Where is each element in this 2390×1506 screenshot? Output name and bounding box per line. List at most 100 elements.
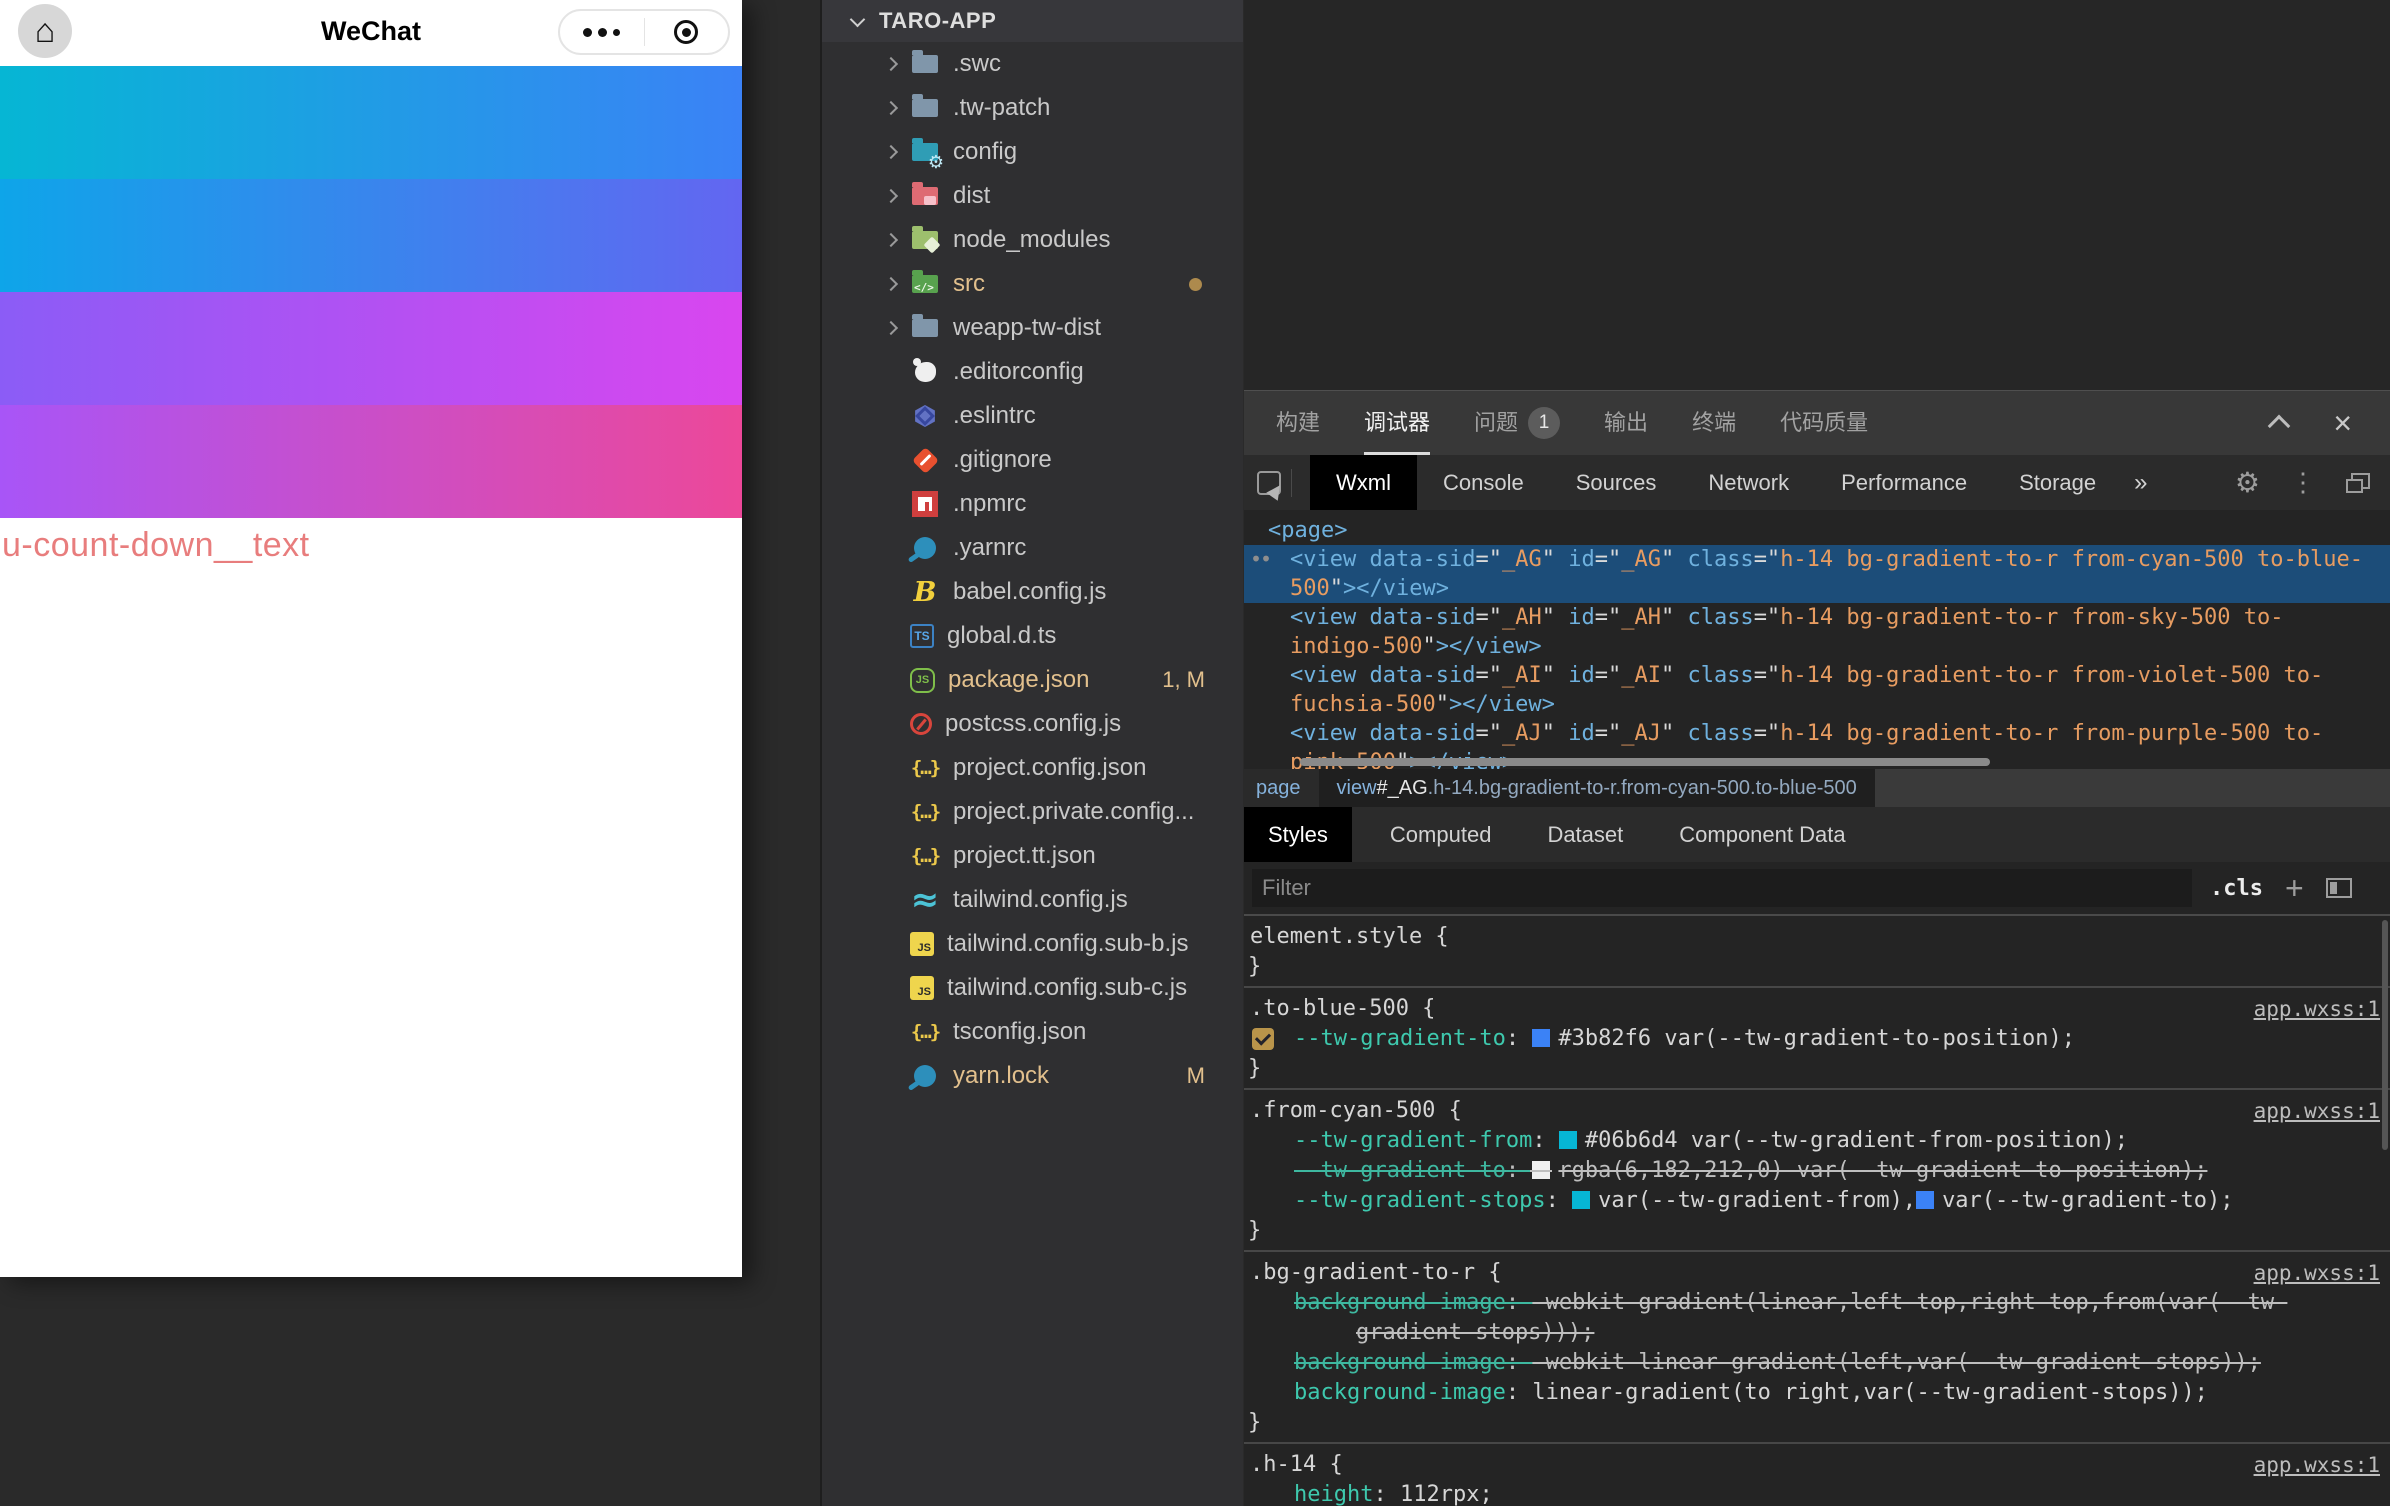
css-property[interactable]: --tw-gradient-stopsvar(--tw-gradient-fro… (1244, 1186, 2390, 1216)
gradient-bar-violet-to-fuchsia[interactable] (0, 292, 742, 405)
inspector-tab-sources[interactable]: Sources (1550, 455, 1683, 510)
gradient-bar-purple-to-pink[interactable] (0, 405, 742, 518)
kebab-menu-icon[interactable]: ⋮ (2290, 467, 2316, 498)
more-button[interactable] (560, 11, 644, 53)
tree-item-tailwind-config-sub-c-js[interactable]: tailwind.config.sub-c.js (822, 966, 1243, 1010)
panel-tab-0[interactable]: 构建 (1276, 391, 1320, 455)
tree-item-dist[interactable]: dist (822, 174, 1243, 218)
panel-tab-3[interactable]: 输出 (1604, 391, 1648, 455)
tree-item-editorconfig[interactable]: .editorconfig (822, 350, 1243, 394)
code-token: id (1568, 663, 1595, 688)
property-name: background-image (1294, 1350, 1532, 1375)
tree-item-swc[interactable]: .swc (822, 42, 1243, 86)
panel-tab-1[interactable]: 调试器 (1364, 391, 1430, 455)
css-property[interactable]: --tw-gradient-to#3b82f6 var(--tw-gradien… (1244, 1024, 2390, 1054)
css-property[interactable]: height112rpx; (1244, 1480, 2390, 1506)
tree-item-node-modules[interactable]: node_modules (822, 218, 1243, 262)
tree-item-config[interactable]: config (822, 130, 1243, 174)
gear-icon[interactable]: ⚙ (2235, 466, 2260, 499)
chevron-right-icon[interactable] (884, 277, 898, 291)
tree-item-tsconfig-json[interactable]: tsconfig.json (822, 1010, 1243, 1054)
inspector-tab-»[interactable]: » (2122, 455, 2159, 510)
color-swatch[interactable] (1916, 1191, 1934, 1209)
css-property[interactable]: --tw-gradient-torgba(6,182,212,0) var(--… (1244, 1156, 2390, 1186)
tree-item-project-config-json[interactable]: project.config.json (822, 746, 1243, 790)
code-line[interactable]: fuchsia-500"></view> (1244, 690, 2390, 719)
panel-tab-2[interactable]: 问题1 (1474, 391, 1560, 455)
tree-item-babel-config-js[interactable]: babel.config.js (822, 570, 1243, 614)
collapse-panel-icon[interactable] (2268, 415, 2291, 438)
filter-input[interactable] (1252, 869, 2192, 907)
inspector-tab-network[interactable]: Network (1682, 455, 1815, 510)
breadcrumb-page[interactable]: page (1244, 769, 1319, 807)
chevron-right-icon[interactable] (884, 57, 898, 71)
tree-item-project-private-config[interactable]: project.private.config... (822, 790, 1243, 834)
code-line[interactable]: <view data-sid="_AH" id="_AH" class="h-1… (1244, 603, 2390, 632)
code-line[interactable]: <page> (1244, 516, 2390, 545)
inspector-tab-wxml[interactable]: Wxml (1310, 455, 1417, 510)
code-line[interactable]: <view data-sid="_AJ" id="_AJ" class="h-1… (1244, 719, 2390, 748)
tree-item-postcss-config-js[interactable]: postcss.config.js (822, 702, 1243, 746)
code-line[interactable]: indigo-500"></view> (1244, 632, 2390, 661)
css-property[interactable]: background-image-webkit-gradient(linear,… (1244, 1288, 2390, 1348)
code-token: _AG (1502, 547, 1542, 572)
css-property[interactable]: --tw-gradient-from#06b6d4 var(--tw-gradi… (1244, 1126, 2390, 1156)
tree-item-tailwind-config-sub-b-js[interactable]: tailwind.config.sub-b.js (822, 922, 1243, 966)
chevron-right-icon[interactable] (884, 321, 898, 335)
color-swatch[interactable] (1532, 1161, 1550, 1179)
stylesheet-link[interactable]: app.wxss:1 (2254, 1450, 2380, 1480)
color-swatch[interactable] (1559, 1131, 1577, 1149)
cls-button[interactable]: .cls (2210, 876, 2263, 901)
panel-tab-4[interactable]: 终端 (1692, 391, 1736, 455)
tree-item-global-d-ts[interactable]: global.d.ts (822, 614, 1243, 658)
tree-root-taro-app[interactable]: TARO-APP (822, 0, 1243, 42)
gradient-bar-cyan-to-blue[interactable] (0, 66, 742, 179)
element-picker-icon[interactable] (1257, 471, 1281, 495)
stylesheet-link[interactable]: app.wxss:1 (2254, 1258, 2380, 1288)
inspector-tab-console[interactable]: Console (1417, 455, 1550, 510)
brace-icon (910, 1017, 940, 1047)
tree-item-npmrc[interactable]: .npmrc (822, 482, 1243, 526)
property-checkbox[interactable] (1252, 1028, 1274, 1050)
tree-item-tailwind-config-js[interactable]: tailwind.config.js (822, 878, 1243, 922)
chevron-right-icon[interactable] (884, 145, 898, 159)
tree-item-tw-patch[interactable]: .tw-patch (822, 86, 1243, 130)
tab-dataset[interactable]: Dataset (1523, 807, 1647, 862)
panel-tab-5[interactable]: 代码质量 (1780, 391, 1868, 455)
tree-item-eslintrc[interactable]: .eslintrc (822, 394, 1243, 438)
color-swatch[interactable] (1532, 1029, 1550, 1047)
tree-item-yarn-lock[interactable]: yarn.lockM (822, 1054, 1243, 1098)
chevron-right-icon[interactable] (884, 189, 898, 203)
stylesheet-link[interactable]: app.wxss:1 (2254, 994, 2380, 1024)
horizontal-scrollbar[interactable] (1300, 758, 1990, 766)
tab-component-data[interactable]: Component Data (1655, 807, 1869, 862)
add-rule-icon[interactable]: + (2285, 873, 2304, 903)
toggle-sidebar-icon[interactable] (2326, 878, 2352, 898)
tree-item-gitignore[interactable]: .gitignore (822, 438, 1243, 482)
tab-computed[interactable]: Computed (1366, 807, 1516, 862)
code-token: =" (1595, 663, 1622, 688)
chevron-right-icon[interactable] (884, 101, 898, 115)
gradient-bar-sky-to-indigo[interactable] (0, 179, 742, 292)
breadcrumb-view[interactable]: view#_AG.h-14.bg-gradient-to-r.from-cyan… (1319, 769, 1875, 807)
css-property[interactable]: background-image-webkit-linear-gradient(… (1244, 1348, 2390, 1378)
tree-item-weapp-tw-dist[interactable]: weapp-tw-dist (822, 306, 1243, 350)
inspector-tab-performance[interactable]: Performance (1815, 455, 1993, 510)
inspector-tab-storage[interactable]: Storage (1993, 455, 2122, 510)
close-icon[interactable]: × (2333, 408, 2352, 438)
dock-side-icon[interactable] (2346, 473, 2370, 493)
code-line[interactable]: <view data-sid="_AI" id="_AI" class="h-1… (1244, 661, 2390, 690)
tree-item-src[interactable]: src (822, 262, 1243, 306)
vertical-scrollbar[interactable] (2382, 920, 2388, 1150)
tab-styles[interactable]: Styles (1244, 807, 1352, 862)
css-property[interactable]: background-imagelinear-gradient(to right… (1244, 1378, 2390, 1408)
close-minipro-button[interactable] (645, 11, 729, 53)
code-line[interactable]: 500"></view> (1244, 574, 2390, 603)
stylesheet-link[interactable]: app.wxss:1 (2254, 1096, 2380, 1126)
color-swatch[interactable] (1572, 1191, 1590, 1209)
code-line[interactable]: ••<view data-sid="_AG" id="_AG" class="h… (1244, 545, 2390, 574)
chevron-right-icon[interactable] (884, 233, 898, 247)
tree-item-project-tt-json[interactable]: project.tt.json (822, 834, 1243, 878)
tree-item-package-json[interactable]: package.json1, M (822, 658, 1243, 702)
tree-item-yarnrc[interactable]: .yarnrc (822, 526, 1243, 570)
